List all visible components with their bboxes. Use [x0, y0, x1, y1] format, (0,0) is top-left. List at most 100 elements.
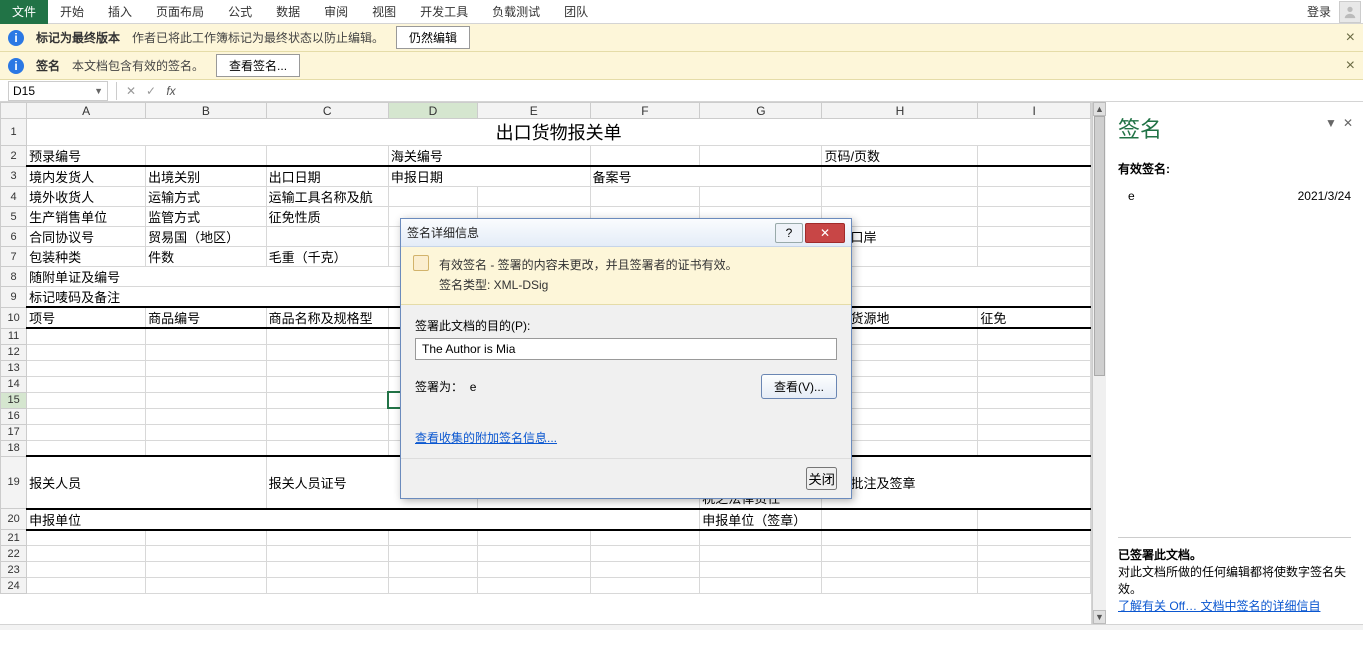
- edit-anyway-button[interactable]: 仍然编辑: [396, 26, 470, 49]
- formula-input[interactable]: [181, 81, 1363, 101]
- col-header-A[interactable]: A: [27, 103, 146, 119]
- row-header[interactable]: 17: [1, 424, 27, 440]
- row-header[interactable]: 16: [1, 408, 27, 424]
- purpose-input[interactable]: [415, 338, 837, 360]
- avatar-icon[interactable]: [1339, 1, 1361, 23]
- menu-review[interactable]: 审阅: [312, 0, 360, 24]
- row-header[interactable]: 3: [1, 166, 27, 187]
- row-header[interactable]: 19: [1, 456, 27, 509]
- row-header[interactable]: 12: [1, 344, 27, 360]
- menu-pagelayout[interactable]: 页面布局: [144, 0, 216, 24]
- menu-view[interactable]: 视图: [360, 0, 408, 24]
- dialog-titlebar[interactable]: 签名详细信息 ? ✕: [401, 219, 851, 247]
- pane-menu-icon[interactable]: ▼: [1325, 116, 1337, 130]
- dialog-close-button[interactable]: ✕: [805, 223, 845, 243]
- col-header-H[interactable]: H: [822, 103, 978, 119]
- scroll-thumb[interactable]: [1094, 116, 1105, 376]
- menu-devtools[interactable]: 开发工具: [408, 0, 480, 24]
- infobar-final-close[interactable]: ×: [1346, 29, 1355, 47]
- col-header-B[interactable]: B: [146, 103, 267, 119]
- col-header-I[interactable]: I: [978, 103, 1091, 119]
- menu-insert[interactable]: 插入: [96, 0, 144, 24]
- menu-formulas[interactable]: 公式: [216, 0, 264, 24]
- cell[interactable]: 运输工具名称及航: [266, 187, 388, 207]
- cell[interactable]: 预录编号: [27, 146, 146, 167]
- login-link[interactable]: 登录: [1299, 0, 1339, 24]
- menu-data[interactable]: 数据: [264, 0, 312, 24]
- fx-enter-icon[interactable]: ✓: [141, 84, 161, 98]
- cell[interactable]: 海关批注及签章: [822, 456, 1091, 509]
- view-certificate-button[interactable]: 查看(V)...: [761, 374, 837, 399]
- signature-item[interactable]: e 2021/3/24: [1118, 187, 1351, 205]
- menu-loadtest[interactable]: 负载测试: [480, 0, 552, 24]
- row-header[interactable]: 23: [1, 562, 27, 578]
- cell[interactable]: 征免性质: [266, 207, 388, 227]
- dialog-close-btn[interactable]: 关闭: [806, 467, 837, 490]
- row-header[interactable]: 9: [1, 287, 27, 308]
- name-box[interactable]: D15 ▼: [8, 81, 108, 101]
- row-header[interactable]: 10: [1, 307, 27, 328]
- row-header[interactable]: 24: [1, 578, 27, 594]
- cell[interactable]: 征免: [978, 307, 1091, 328]
- sheet-title[interactable]: 出口货物报关单: [27, 119, 1091, 146]
- cell[interactable]: 商品编号: [146, 307, 267, 328]
- infobar-sig-close[interactable]: ×: [1346, 57, 1355, 75]
- scroll-down-icon[interactable]: ▼: [1093, 610, 1106, 624]
- additional-sig-info-link[interactable]: 查看收集的附加签名信息...: [415, 431, 557, 445]
- fx-icon[interactable]: fx: [161, 84, 181, 98]
- menu-home[interactable]: 开始: [48, 0, 96, 24]
- row-header[interactable]: 4: [1, 187, 27, 207]
- cell[interactable]: 境内发货人: [27, 166, 146, 187]
- col-header-E[interactable]: E: [478, 103, 591, 119]
- view-signatures-button[interactable]: 查看签名...: [216, 54, 300, 77]
- row-header[interactable]: 8: [1, 267, 27, 287]
- cell[interactable]: 合同协议号: [27, 227, 146, 247]
- fx-cancel-icon[interactable]: ✕: [121, 84, 141, 98]
- cell[interactable]: 申报单位: [27, 509, 700, 530]
- cell[interactable]: 海关编号: [388, 146, 590, 167]
- cell[interactable]: 商品名称及规格型: [266, 307, 388, 328]
- row-header[interactable]: 15: [1, 392, 27, 408]
- cell[interactable]: 贸易国（地区）: [146, 227, 267, 247]
- row-header[interactable]: 5: [1, 207, 27, 227]
- learn-more-link[interactable]: 了解有关 Off… 文档中签名的详细信自: [1118, 597, 1351, 614]
- row-header[interactable]: 18: [1, 440, 27, 456]
- row-header[interactable]: 7: [1, 247, 27, 267]
- cell[interactable]: 包装种类: [27, 247, 146, 267]
- row-header[interactable]: 13: [1, 360, 27, 376]
- col-header-G[interactable]: G: [700, 103, 822, 119]
- column-headers[interactable]: A B C D E F G H I: [1, 103, 1091, 119]
- dialog-help-button[interactable]: ?: [775, 223, 803, 243]
- col-header-D[interactable]: D: [388, 103, 477, 119]
- cell[interactable]: 页码/页数: [822, 146, 978, 167]
- select-all-corner[interactable]: [1, 103, 27, 119]
- cell[interactable]: 生产销售单位: [27, 207, 146, 227]
- row-header[interactable]: 6: [1, 227, 27, 247]
- row-header[interactable]: 21: [1, 530, 27, 546]
- menu-team[interactable]: 团队: [552, 0, 600, 24]
- cell[interactable]: 申报日期: [388, 166, 590, 187]
- row-header[interactable]: 20: [1, 509, 27, 530]
- row-header[interactable]: 14: [1, 376, 27, 392]
- cell[interactable]: 监管方式: [146, 207, 267, 227]
- menu-file[interactable]: 文件: [0, 0, 48, 24]
- cell[interactable]: 报关人员: [27, 456, 267, 509]
- chevron-down-icon[interactable]: ▼: [94, 86, 103, 96]
- pane-close-icon[interactable]: ✕: [1343, 116, 1353, 130]
- cell[interactable]: 出口日期: [266, 166, 388, 187]
- scroll-up-icon[interactable]: ▲: [1093, 102, 1106, 116]
- cell[interactable]: 件数: [146, 247, 267, 267]
- col-header-F[interactable]: F: [590, 103, 700, 119]
- row-header[interactable]: 11: [1, 328, 27, 344]
- cell[interactable]: 备案号: [590, 166, 822, 187]
- row-header[interactable]: 2: [1, 146, 27, 167]
- vertical-scrollbar[interactable]: ▲ ▼: [1092, 102, 1106, 624]
- cell[interactable]: 运输方式: [146, 187, 267, 207]
- cell[interactable]: 境外收货人: [27, 187, 146, 207]
- cell[interactable]: 项号: [27, 307, 146, 328]
- cell[interactable]: 毛重（千克）: [266, 247, 388, 267]
- row-header[interactable]: 22: [1, 546, 27, 562]
- col-header-C[interactable]: C: [266, 103, 388, 119]
- cell[interactable]: 申报单位（签章）: [700, 509, 822, 530]
- cell[interactable]: 出境关别: [146, 166, 267, 187]
